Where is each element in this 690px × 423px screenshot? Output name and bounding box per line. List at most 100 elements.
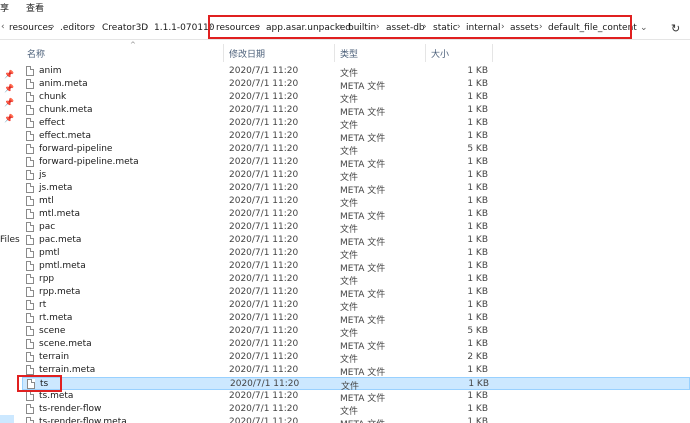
file-name: rt.meta [39,313,73,323]
file-row[interactable]: rt 2020/7/1 11:20 文件 1 KB [22,299,690,313]
column-divider[interactable] [334,44,335,62]
file-row[interactable]: js.meta 2020/7/1 11:20 META 文件 1 KB [22,182,690,196]
file-row[interactable]: ts-render-flow.meta 2020/7/1 11:20 META 文件… [22,416,690,423]
column-date[interactable]: 修改日期 [229,47,265,60]
file-date: 2020/7/1 11:20 [229,144,299,154]
file-size: 1 KB [467,131,488,141]
file-size: 1 KB [467,79,488,89]
file-date: 2020/7/1 11:20 [229,118,299,128]
file-size: 1 KB [467,261,488,271]
column-name[interactable]: 名称 [27,47,45,60]
file-row[interactable]: mtl.meta 2020/7/1 11:20 META 文件 1 KB [22,208,690,222]
file-row[interactable]: scene 2020/7/1 11:20 文件 5 KB [22,325,690,339]
pin-icon[interactable]: 📌 [4,70,14,79]
file-size: 1 KB [467,235,488,245]
file-icon [26,196,34,206]
file-row[interactable]: anim.meta 2020/7/1 11:20 META 文件 1 KB [22,78,690,92]
column-divider[interactable] [492,44,493,62]
file-size: 1 KB [467,339,488,349]
file-row[interactable]: chunk 2020/7/1 11:20 文件 1 KB [22,91,690,105]
file-name: forward-pipeline [39,144,113,154]
file-size: 1 KB [467,274,488,284]
file-row[interactable]: js 2020/7/1 11:20 文件 1 KB [22,169,690,183]
file-icon [26,352,34,362]
file-row[interactable]: rpp.meta 2020/7/1 11:20 META 文件 1 KB [22,286,690,300]
file-row[interactable]: ts 2020/7/1 11:20 文件 1 KB [22,377,690,392]
file-row[interactable]: scene.meta 2020/7/1 11:20 META 文件 1 KB [22,338,690,352]
file-size: 1 KB [467,287,488,297]
file-size: 2 KB [467,352,488,362]
file-row[interactable]: chunk.meta 2020/7/1 11:20 META 文件 1 KB [22,104,690,118]
file-date: 2020/7/1 11:20 [229,157,299,167]
file-name: scene.meta [39,339,92,349]
breadcrumb-separator-icon: › [145,22,149,32]
pin-icon[interactable]: 📌 [4,84,14,93]
file-row[interactable]: rt.meta 2020/7/1 11:20 META 文件 1 KB [22,312,690,326]
tab-share[interactable]: 享 [0,1,9,14]
file-date: 2020/7/1 11:20 [229,261,299,271]
file-name: mtl [39,196,54,206]
file-date: 2020/7/1 11:20 [229,209,299,219]
file-name: forward-pipeline.meta [39,157,139,167]
column-size[interactable]: 大小 [431,47,449,60]
pin-icon[interactable]: 📌 [4,114,14,123]
nav-item-files[interactable]: Files [0,235,20,245]
file-icon [26,144,34,154]
breadcrumb-editors[interactable]: .editors [60,23,94,33]
file-size: 1 KB [467,313,488,323]
file-row[interactable]: terrain 2020/7/1 11:20 文件 2 KB [22,351,690,365]
pin-icon[interactable]: 📌 [4,98,14,107]
file-row[interactable]: forward-pipeline 2020/7/1 11:20 文件 5 KB [22,143,690,157]
file-icon [26,261,34,271]
sort-ascending-icon: ^ [130,41,136,49]
file-row[interactable]: anim 2020/7/1 11:20 文件 1 KB [22,65,690,79]
file-icon [26,92,34,102]
back-chevron-icon[interactable]: ‹ [1,22,5,32]
file-row[interactable]: pac 2020/7/1 11:20 文件 1 KB [22,221,690,235]
file-name: rpp.meta [39,287,81,297]
chevron-down-icon[interactable]: ⌄ [640,23,648,33]
nav-selection [0,415,14,423]
file-row[interactable]: rpp 2020/7/1 11:20 文件 1 KB [22,273,690,287]
file-size: 1 KB [467,300,488,310]
file-row[interactable]: pac.meta 2020/7/1 11:20 META 文件 1 KB [22,234,690,248]
path-annotation-box [208,15,632,39]
breadcrumb-version[interactable]: 1.1.1-070110 [154,23,215,33]
file-size: 1 KB [467,92,488,102]
breadcrumb-creator3d[interactable]: Creator3D [102,23,148,33]
file-date: 2020/7/1 11:20 [229,274,299,284]
file-row[interactable]: effect 2020/7/1 11:20 文件 1 KB [22,117,690,131]
file-row[interactable]: mtl 2020/7/1 11:20 文件 1 KB [22,195,690,209]
file-name: rt [39,300,47,310]
file-name: js [39,170,47,180]
file-name: pmtl [39,248,60,258]
tab-view[interactable]: 查看 [26,1,44,14]
file-row[interactable]: effect.meta 2020/7/1 11:20 META 文件 1 KB [22,130,690,144]
file-row[interactable]: ts-render-flow 2020/7/1 11:20 文件 1 KB [22,403,690,417]
ribbon-bar: 享 查看 [0,0,690,14]
file-row[interactable]: pmtl 2020/7/1 11:20 文件 1 KB [22,247,690,261]
file-icon [26,118,34,128]
file-row[interactable]: pmtl.meta 2020/7/1 11:20 META 文件 1 KB [22,260,690,274]
column-type[interactable]: 类型 [340,47,358,60]
file-date: 2020/7/1 11:20 [229,66,299,76]
file-icon [26,248,34,258]
file-size: 1 KB [467,209,488,219]
file-row[interactable]: forward-pipeline.meta 2020/7/1 11:20 META … [22,156,690,170]
refresh-icon[interactable]: ↻ [671,22,680,35]
breadcrumb-separator-icon: › [51,22,55,32]
file-row[interactable]: ts.meta 2020/7/1 11:20 META 文件 1 KB [22,390,690,404]
file-size: 1 KB [468,379,489,389]
file-date: 2020/7/1 11:20 [229,248,299,258]
breadcrumb-resources[interactable]: resources [9,23,53,33]
file-name: terrain [39,352,70,362]
file-name: pac.meta [39,235,82,245]
column-divider[interactable] [425,44,426,62]
file-size: 1 KB [467,248,488,258]
file-date: 2020/7/1 11:20 [229,404,299,414]
column-divider[interactable] [223,44,224,62]
file-name: ts-render-flow.meta [39,417,127,423]
file-date: 2020/7/1 11:20 [229,352,299,362]
file-row[interactable]: terrain.meta 2020/7/1 11:20 META 文件 1 KB [22,364,690,378]
file-name: ts-render-flow [39,404,102,414]
